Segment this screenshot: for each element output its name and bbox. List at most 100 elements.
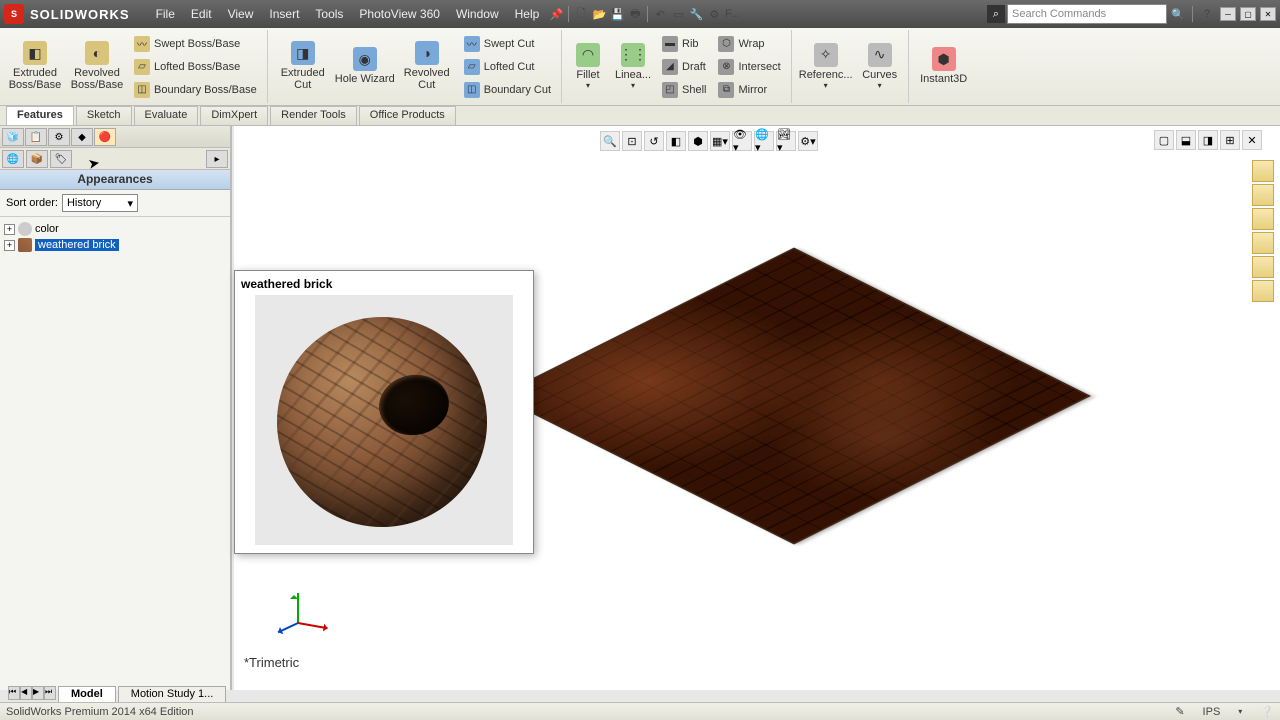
apply-scene-icon[interactable]: 🏞▾: [776, 131, 796, 151]
extruded-cut-button[interactable]: ◨Extruded Cut: [272, 30, 334, 102]
previous-view-icon[interactable]: ↺: [644, 131, 664, 151]
orientation-triad[interactable]: [270, 582, 330, 642]
expand-icon[interactable]: +: [4, 224, 15, 235]
swept-cut-button[interactable]: 〰Swept Cut: [462, 33, 553, 55]
revolved-boss-button[interactable]: ◐Revolved Boss/Base: [66, 30, 128, 102]
view-orientation-icon[interactable]: ⬢: [688, 131, 708, 151]
boundary-cut-button[interactable]: ◫Boundary Cut: [462, 79, 553, 101]
select-icon[interactable]: ▭: [669, 5, 687, 23]
tab-nav-last-icon[interactable]: ⏭: [44, 686, 56, 700]
appearance-preview-tooltip: weathered brick: [234, 270, 534, 554]
boundary-boss-button[interactable]: ◫Boundary Boss/Base: [132, 79, 259, 101]
curves-button[interactable]: ∿Curves▾: [856, 30, 904, 102]
config-tab-icon[interactable]: ⚙: [48, 128, 70, 146]
f-button[interactable]: F...: [723, 5, 741, 23]
tab-features[interactable]: Features: [6, 106, 74, 125]
swept-boss-button[interactable]: 〰Swept Boss/Base: [132, 33, 259, 55]
menu-edit[interactable]: Edit: [183, 7, 220, 21]
save-icon[interactable]: 💾: [608, 5, 626, 23]
linear-pattern-button[interactable]: ⋮⋮Linea...▾: [610, 30, 656, 102]
menu-view[interactable]: View: [220, 7, 262, 21]
hide-show-icon[interactable]: 👁▾: [732, 131, 752, 151]
menu-photoview[interactable]: PhotoView 360: [351, 7, 448, 21]
view-palette-tab-icon[interactable]: [1252, 232, 1274, 254]
help-icon[interactable]: ?: [1198, 5, 1216, 23]
open-icon[interactable]: 📂: [590, 5, 608, 23]
shell-button[interactable]: ◰Shell: [660, 79, 708, 101]
display-style-icon[interactable]: ▦▾: [710, 131, 730, 151]
menu-insert[interactable]: Insert: [261, 7, 307, 21]
menu-file[interactable]: File: [148, 7, 183, 21]
custom-props-tab-icon[interactable]: [1252, 280, 1274, 302]
lofted-cut-button[interactable]: ▱Lofted Cut: [462, 56, 553, 78]
tab-nav-first-icon[interactable]: ⏮: [8, 686, 20, 700]
search-go-icon[interactable]: 🔍: [1169, 5, 1187, 23]
rebuild-icon[interactable]: 🔧: [687, 5, 705, 23]
tab-nav-next-icon[interactable]: ▶: [32, 686, 44, 700]
sort-order-select[interactable]: History▾: [62, 194, 138, 212]
status-units[interactable]: IPS: [1203, 706, 1221, 718]
graphics-viewport[interactable]: weathered brick *Trimetric: [234, 126, 1280, 690]
zoom-fit-icon[interactable]: 🔍: [600, 131, 620, 151]
print-icon[interactable]: 🖶: [626, 5, 644, 23]
viewport-2v-icon[interactable]: ◨: [1198, 130, 1218, 150]
viewport-single-icon[interactable]: ▢: [1154, 130, 1174, 150]
tab-render-tools[interactable]: Render Tools: [270, 106, 357, 125]
dimxpert-tab-icon[interactable]: ◆: [71, 128, 93, 146]
status-edit-icon[interactable]: ✎: [1175, 705, 1184, 718]
minimize-button[interactable]: ─: [1220, 7, 1236, 21]
edit-appearance-icon[interactable]: 🌐▾: [754, 131, 774, 151]
panel-menu-icon[interactable]: ▸: [206, 150, 228, 168]
units-chevron-icon[interactable]: ▾: [1238, 707, 1242, 716]
decal-subtab-icon[interactable]: 🏷: [50, 150, 72, 168]
viewport-4-icon[interactable]: ⊞: [1220, 130, 1240, 150]
reference-geometry-button[interactable]: ✧Referenc...▾: [796, 30, 856, 102]
design-library-tab-icon[interactable]: [1252, 184, 1274, 206]
tab-nav-prev-icon[interactable]: ◀: [20, 686, 32, 700]
close-button[interactable]: ✕: [1260, 7, 1276, 21]
tab-sketch[interactable]: Sketch: [76, 106, 132, 125]
menu-help[interactable]: Help: [507, 7, 548, 21]
sw-search-icon[interactable]: ⌕: [987, 5, 1005, 23]
undo-icon[interactable]: ↶: [651, 5, 669, 23]
tab-office-products[interactable]: Office Products: [359, 106, 456, 125]
lofted-boss-button[interactable]: ▱Lofted Boss/Base: [132, 56, 259, 78]
property-tab-icon[interactable]: 📋: [25, 128, 47, 146]
model-plane[interactable]: [504, 226, 1064, 556]
menu-tools[interactable]: Tools: [307, 7, 351, 21]
extruded-boss-button[interactable]: ◧Extruded Boss/Base: [4, 30, 66, 102]
section-view-icon[interactable]: ◧: [666, 131, 686, 151]
help-pin-icon[interactable]: 📌: [547, 5, 565, 23]
rib-button[interactable]: ▬Rib: [660, 33, 708, 55]
new-icon[interactable]: 🗋: [572, 5, 590, 23]
display-tab-icon[interactable]: 🔴: [94, 128, 116, 146]
intersect-button[interactable]: ⊗Intersect: [716, 56, 782, 78]
viewport-2h-icon[interactable]: ⬓: [1176, 130, 1196, 150]
fillet-button[interactable]: ◠Fillet▾: [566, 30, 610, 102]
wrap-button[interactable]: ⬡Wrap: [716, 33, 782, 55]
appearances-tab-icon[interactable]: [1252, 256, 1274, 278]
tab-evaluate[interactable]: Evaluate: [134, 106, 199, 125]
fm-tab-icon[interactable]: 🧊: [2, 128, 24, 146]
search-input[interactable]: Search Commands: [1007, 4, 1167, 24]
zoom-area-icon[interactable]: ⊡: [622, 131, 642, 151]
hole-wizard-button[interactable]: ◉Hole Wizard: [334, 30, 396, 102]
resources-tab-icon[interactable]: [1252, 160, 1274, 182]
options-icon[interactable]: ⚙: [705, 5, 723, 23]
revolved-cut-button[interactable]: ◑Revolved Cut: [396, 30, 458, 102]
tree-item-color[interactable]: + color: [4, 221, 226, 237]
menu-window[interactable]: Window: [448, 7, 507, 21]
mirror-button[interactable]: ⧉Mirror: [716, 79, 782, 101]
expand-icon[interactable]: +: [4, 240, 15, 251]
instant3d-button[interactable]: ⬢Instant3D: [913, 30, 975, 102]
draft-button[interactable]: ◢Draft: [660, 56, 708, 78]
appearance-subtab-icon[interactable]: 🌐: [2, 150, 24, 168]
scene-subtab-icon[interactable]: 📦: [26, 150, 48, 168]
file-explorer-tab-icon[interactable]: [1252, 208, 1274, 230]
tab-dimxpert[interactable]: DimXpert: [200, 106, 268, 125]
tree-item-weathered-brick[interactable]: + weathered brick: [4, 237, 226, 253]
viewport-close-icon[interactable]: ✕: [1242, 130, 1262, 150]
restore-button[interactable]: ▢: [1240, 7, 1256, 21]
view-settings-icon[interactable]: ⚙▾: [798, 131, 818, 151]
status-help-icon[interactable]: ❔: [1260, 705, 1274, 718]
